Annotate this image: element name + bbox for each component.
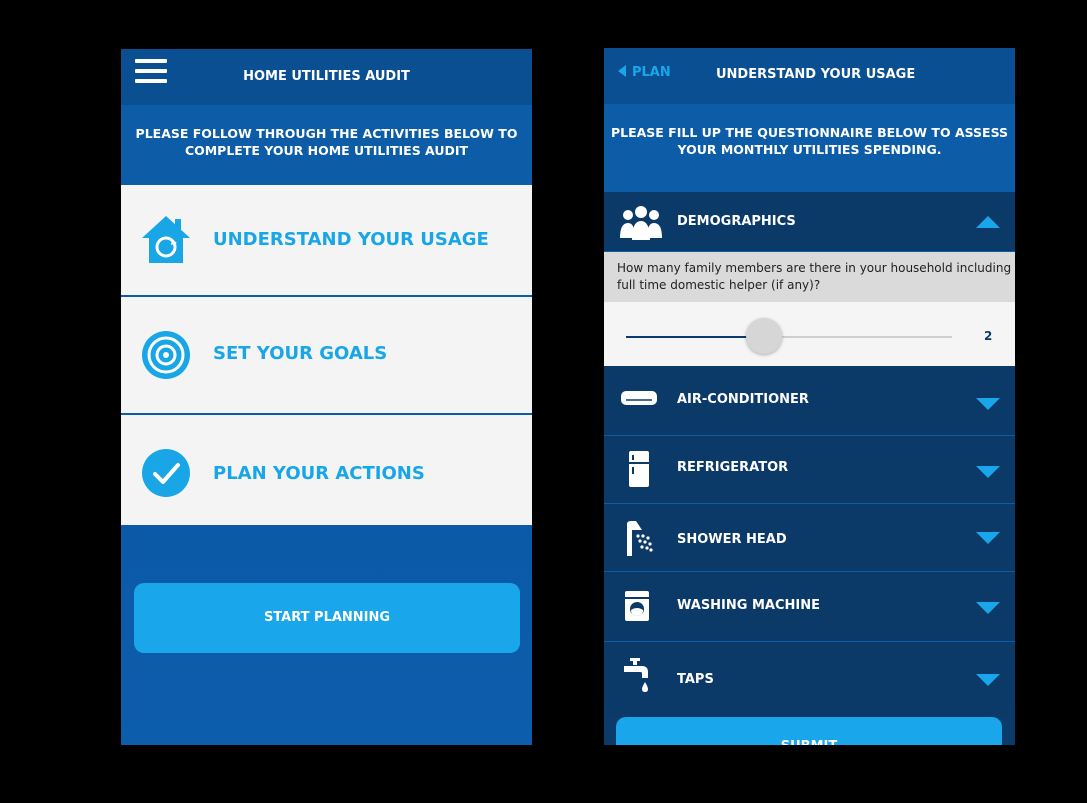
- slider-thumb[interactable]: [746, 318, 782, 354]
- chevron-down-icon[interactable]: [976, 532, 1000, 544]
- chevron-down-icon[interactable]: [976, 602, 1000, 614]
- family-members-slider[interactable]: 2: [604, 302, 1015, 366]
- section-name: DEMOGRAPHICS: [677, 214, 796, 229]
- intro-text: PLEASE FOLLOW THROUGH THE ACTIVITIES BEL…: [121, 105, 532, 185]
- air-conditioner-icon: [621, 391, 657, 405]
- slider-value: 2: [984, 329, 993, 343]
- section-taps[interactable]: TAPS: [604, 642, 1015, 718]
- top-bar: PLAN UNDERSTAND YOUR USAGE: [604, 48, 1015, 104]
- section-name: REFRIGERATOR: [677, 460, 789, 475]
- section-shower-head[interactable]: SHOWER HEAD: [604, 504, 1015, 572]
- section-refrigerator[interactable]: REFRIGERATOR: [604, 436, 1015, 504]
- chevron-down-icon[interactable]: [976, 466, 1000, 478]
- activity-set-goals[interactable]: SET YOUR GOALS: [121, 297, 532, 415]
- people-icon: [620, 206, 662, 240]
- activity-understand-usage[interactable]: UNDERSTAND YOUR USAGE: [121, 185, 532, 297]
- screen-title: HOME UTILITIES AUDIT: [243, 69, 410, 84]
- top-bar: HOME UTILITIES AUDIT: [121, 49, 532, 105]
- back-label: PLAN: [632, 65, 671, 80]
- section-air-conditioner[interactable]: AIR-CONDITIONER: [604, 366, 1015, 436]
- submit-button[interactable]: SUBMIT: [616, 717, 1002, 745]
- activity-label: UNDERSTAND YOUR USAGE: [213, 229, 489, 250]
- start-planning-button[interactable]: START PLANNING: [134, 583, 520, 653]
- section-name: WASHING MACHINE: [677, 598, 820, 613]
- washing-machine-icon: [625, 591, 649, 621]
- chevron-down-icon[interactable]: [976, 398, 1000, 410]
- back-button[interactable]: PLAN: [618, 65, 671, 80]
- slider-filled-track: [626, 336, 764, 338]
- chevron-down-icon[interactable]: [976, 674, 1000, 686]
- activity-plan-actions[interactable]: PLAN YOUR ACTIONS: [121, 415, 532, 525]
- chevron-up-icon[interactable]: [976, 216, 1000, 228]
- refrigerator-icon: [629, 451, 649, 487]
- target-icon: [142, 331, 190, 379]
- home-utilities-audit-screen: HOME UTILITIES AUDIT PLEASE FOLLOW THROU…: [121, 49, 532, 745]
- activity-label: SET YOUR GOALS: [213, 343, 388, 364]
- question-text: How many family members are there in you…: [604, 252, 1015, 302]
- section-name: SHOWER HEAD: [677, 532, 787, 547]
- screen-title: UNDERSTAND YOUR USAGE: [716, 67, 916, 82]
- section-name: TAPS: [677, 672, 714, 687]
- house-icon: [142, 216, 190, 263]
- section-washing-machine[interactable]: WASHING MACHINE: [604, 572, 1015, 642]
- section-name: AIR-CONDITIONER: [677, 392, 809, 407]
- back-arrow-icon: [618, 65, 626, 77]
- slider-empty-track: [782, 336, 952, 338]
- shower-icon: [627, 521, 653, 556]
- section-demographics[interactable]: DEMOGRAPHICS: [604, 192, 1015, 252]
- check-icon: [142, 449, 190, 497]
- understand-usage-screen: PLAN UNDERSTAND YOUR USAGE PLEASE FILL U…: [604, 48, 1015, 745]
- tap-icon: [624, 658, 648, 692]
- intro-text: PLEASE FILL UP THE QUESTIONNAIRE BELOW T…: [604, 104, 1015, 192]
- activity-label: PLAN YOUR ACTIONS: [213, 463, 425, 484]
